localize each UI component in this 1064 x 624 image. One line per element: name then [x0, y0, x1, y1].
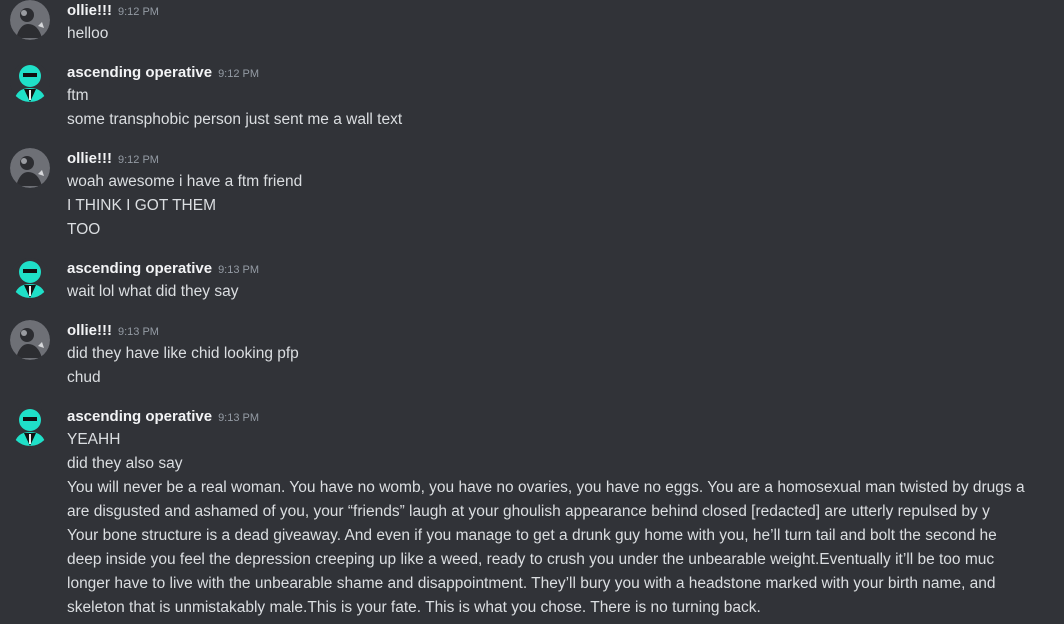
avatar[interactable]: [10, 148, 50, 188]
message-text: Your bone structure is a dead giveaway. …: [67, 527, 997, 544]
avatar[interactable]: [10, 62, 50, 102]
avatar[interactable]: [10, 320, 50, 360]
message-text: longer have to live with the unbearable …: [67, 575, 996, 592]
message-text: TOO: [67, 221, 101, 238]
username[interactable]: ascending operative: [67, 260, 212, 277]
message-header: ascending operative 9:13 PM: [67, 258, 259, 280]
message-header: ollie!!! 9:12 PM: [67, 148, 159, 170]
message-header: ollie!!! 9:13 PM: [67, 320, 159, 342]
message-text: did they also say: [67, 455, 183, 472]
username[interactable]: ascending operative: [67, 408, 212, 425]
message-text: wait lol what did they say: [67, 283, 239, 300]
username[interactable]: ollie!!!: [67, 322, 112, 339]
timestamp: 9:12 PM: [218, 68, 260, 80]
timestamp: 9:13 PM: [118, 326, 159, 338]
message-text: did they have like chid looking pfp: [67, 345, 299, 362]
message-header: ollie!!! 9:12 PM: [67, 0, 159, 22]
timestamp: 9:12 PM: [118, 154, 159, 166]
username[interactable]: ascending operative: [67, 64, 212, 81]
message-text: ftm: [67, 87, 89, 104]
avatar[interactable]: [10, 0, 50, 40]
message-header: ascending operative 9:13 PM: [67, 406, 259, 428]
operative-avatar-icon: [10, 406, 50, 446]
message-text: woah awesome i have a ftm friend: [67, 173, 303, 190]
message-text: some transphobic person just sent me a w…: [67, 111, 403, 128]
message-text: You will never be a real woman. You have…: [67, 479, 1025, 496]
message-text: chud: [67, 369, 101, 386]
avatar[interactable]: [10, 258, 50, 298]
ollie-avatar-icon: [10, 320, 50, 360]
timestamp: 9:13 PM: [218, 264, 260, 276]
operative-avatar-icon: [10, 258, 50, 298]
message-header: ascending operative 9:12 PM: [67, 62, 259, 84]
message-text: are disgusted and ashamed of you, your “…: [67, 503, 990, 520]
username[interactable]: ollie!!!: [67, 2, 112, 19]
username[interactable]: ollie!!!: [67, 150, 112, 167]
avatar[interactable]: [10, 406, 50, 446]
timestamp: 9:12 PM: [118, 6, 159, 18]
message-text: I THINK I GOT THEM: [67, 197, 216, 214]
message-text: deep inside you feel the depression cree…: [67, 551, 995, 568]
message-text: skeleton that is unmistakably male.This …: [67, 599, 761, 616]
message-text: helloo: [67, 25, 109, 42]
ollie-avatar-icon: [10, 148, 50, 188]
operative-avatar-icon: [10, 62, 50, 102]
ollie-avatar-icon: [10, 0, 50, 40]
chat-message-list: ollie!!! 9:12 PM helloo ascending operati…: [0, 0, 1064, 624]
timestamp: 9:13 PM: [218, 412, 260, 424]
message-text: YEAHH: [67, 431, 121, 448]
